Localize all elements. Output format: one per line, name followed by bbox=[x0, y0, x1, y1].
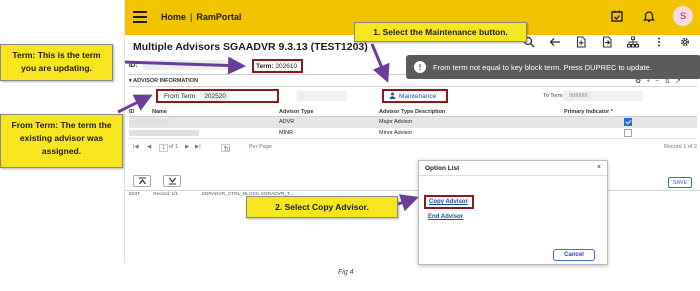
from-term-callout: From Term: The term the existing advisor… bbox=[0, 114, 123, 168]
next-block-button[interactable] bbox=[163, 175, 181, 187]
notification-message: From term not equal to key block term. P… bbox=[433, 62, 652, 72]
copy-advisor-link[interactable]: Copy Advisor bbox=[424, 195, 474, 209]
pagination-bar: |◀ ◀ 1 of 1 ▶ ▶| 10 ▾ Per Page Record 1 … bbox=[129, 142, 697, 154]
step2-callout: 2. Select Copy Advisor. bbox=[246, 196, 398, 218]
first-page-icon[interactable]: |◀ bbox=[133, 144, 139, 150]
last-page-icon[interactable]: ▶| bbox=[195, 144, 201, 150]
blank-field[interactable] bbox=[297, 91, 347, 101]
maintenance-button[interactable]: Maintenance bbox=[382, 89, 448, 103]
col-header-primary-indicator[interactable]: Primary Indicator * bbox=[564, 109, 613, 115]
person-icon bbox=[389, 92, 396, 101]
table-row[interactable]: MINR Minor Advisor bbox=[129, 128, 697, 139]
col-header-id[interactable]: ID bbox=[129, 109, 135, 115]
from-term-value: 202520 bbox=[200, 91, 231, 101]
per-page-label: Per Page bbox=[249, 144, 272, 150]
advisor-grid: ID Name Advisor Type Advisor Type Descri… bbox=[129, 107, 697, 139]
primary-indicator-checkbox[interactable] bbox=[624, 118, 632, 126]
info-icon: ! bbox=[414, 61, 426, 73]
option-list-dialog: Option List × Copy Advisor End Advisor C… bbox=[418, 160, 608, 265]
status-mode: EDIT bbox=[129, 192, 140, 197]
form-toolbar bbox=[522, 35, 692, 49]
cancel-button[interactable]: Cancel bbox=[553, 249, 595, 261]
col-header-type-description[interactable]: Advisor Type Description bbox=[379, 109, 445, 115]
id-label: ID: bbox=[129, 62, 138, 69]
gear-icon[interactable] bbox=[678, 35, 692, 49]
section-header[interactable]: ▾ ADVISOR INFORMATION bbox=[129, 78, 198, 84]
block-nav-buttons bbox=[133, 175, 181, 187]
row-advisor-type[interactable]: ADVR bbox=[279, 119, 294, 125]
top-bar-icons: S bbox=[609, 6, 693, 26]
bell-icon[interactable] bbox=[641, 8, 657, 24]
primary-indicator-checkbox[interactable] bbox=[624, 129, 632, 137]
row-advisor-type[interactable]: MINR bbox=[279, 130, 293, 136]
per-page-value: 10 bbox=[224, 147, 231, 153]
home-link[interactable]: Home bbox=[161, 12, 186, 22]
from-term-label: From Term bbox=[164, 92, 196, 100]
back-arrow-icon[interactable] bbox=[548, 35, 562, 49]
retrieve-document-icon[interactable] bbox=[600, 35, 614, 49]
row-id-redacted bbox=[129, 119, 169, 125]
hamburger-menu-icon[interactable] bbox=[133, 11, 147, 23]
save-button[interactable]: SAVE bbox=[668, 177, 692, 188]
breadcrumb-separator: | bbox=[190, 12, 193, 22]
status-record: Record: 1/1 bbox=[153, 192, 179, 197]
record-count: Record 1 of 2 bbox=[663, 144, 697, 150]
page-number-input[interactable]: 1 bbox=[159, 144, 169, 152]
term-label: Term: bbox=[256, 63, 274, 70]
end-advisor-link[interactable]: End Advisor bbox=[428, 214, 463, 220]
sitemap-icon[interactable] bbox=[626, 35, 640, 49]
close-icon[interactable]: × bbox=[597, 164, 601, 171]
row-type-description: Major Advisor bbox=[379, 119, 413, 125]
avatar[interactable]: S bbox=[673, 6, 693, 26]
section-divider bbox=[129, 86, 697, 87]
add-document-icon[interactable] bbox=[574, 35, 588, 49]
to-term-label: To Term bbox=[543, 93, 563, 99]
section-action-icons[interactable]: ✿+−⇅↗ bbox=[635, 77, 686, 85]
page-title: Multiple Advisors SGAADVR 9.3.13 (TEST12… bbox=[133, 41, 368, 53]
dialog-divider bbox=[419, 175, 607, 176]
to-term-input[interactable]: 999999 bbox=[563, 91, 643, 101]
from-term-field[interactable]: From Term 202520 bbox=[156, 89, 279, 103]
step1-callout: 1. Select the Maintenance button. bbox=[354, 22, 527, 42]
status-divider bbox=[125, 190, 700, 191]
row-id-redacted bbox=[129, 130, 199, 136]
per-page-select[interactable]: 10 ▾ bbox=[221, 144, 231, 153]
id-field[interactable] bbox=[143, 60, 233, 70]
section-title: ADVISOR INFORMATION bbox=[133, 78, 199, 84]
breadcrumb: Home | RamPortal bbox=[161, 12, 241, 22]
col-header-name[interactable]: Name bbox=[152, 109, 167, 115]
maintenance-label: Maintenance bbox=[399, 92, 437, 100]
term-fields-row: From Term 202520 Maintenance To Term 999… bbox=[129, 89, 697, 103]
grid-header: ID Name Advisor Type Advisor Type Descri… bbox=[129, 107, 697, 117]
dialog-title: Option List bbox=[425, 165, 460, 172]
more-options-icon[interactable] bbox=[652, 35, 666, 49]
notification-toast: ! From term not equal to key block term.… bbox=[406, 55, 700, 79]
calendar-check-icon[interactable] bbox=[609, 8, 625, 24]
row-type-description: Minor Advisor bbox=[379, 130, 413, 136]
previous-block-button[interactable] bbox=[133, 175, 151, 187]
prev-page-icon[interactable]: ◀ bbox=[147, 144, 151, 150]
term-callout: Term: This is the term you are updating. bbox=[0, 44, 113, 81]
figure-caption: Fig 4 bbox=[338, 269, 354, 276]
term-field[interactable]: Term: 202610 bbox=[252, 59, 303, 73]
next-page-icon[interactable]: ▶ bbox=[185, 144, 189, 150]
term-value: 202610 bbox=[275, 63, 298, 70]
app-name-link[interactable]: RamPortal bbox=[196, 12, 241, 22]
table-row[interactable]: ADVR Major Advisor bbox=[129, 117, 697, 128]
col-header-advisor-type[interactable]: Advisor Type bbox=[279, 109, 313, 115]
page-of-text: of 1 bbox=[169, 144, 179, 150]
